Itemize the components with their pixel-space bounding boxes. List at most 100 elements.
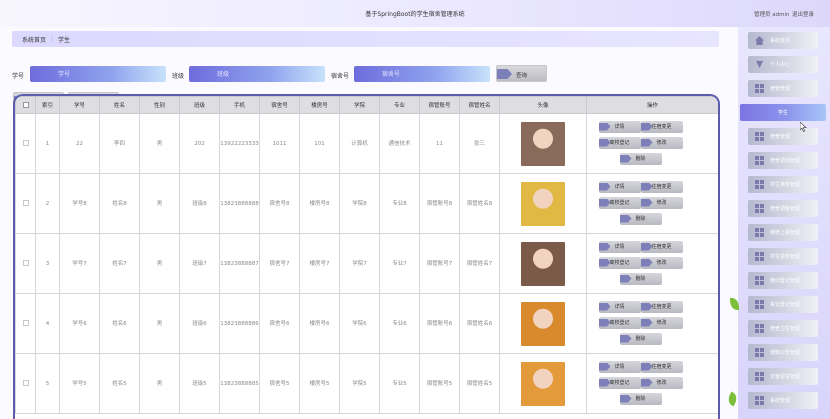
detail-button[interactable]: 详情 <box>598 120 641 133</box>
edit-button[interactable]: 修改 <box>640 256 683 269</box>
sidebar-item-15[interactable]: 访客留言管理 <box>748 368 818 385</box>
edit-button[interactable]: 修改 <box>640 196 683 209</box>
sidebar-item-3[interactable]: 宿管管理 <box>748 80 818 97</box>
dorm-change-button-label: 住宿变更 <box>651 243 672 250</box>
detail-button[interactable]: 详情 <box>598 240 641 253</box>
table-row: 1 22 李四男 202 13922223333 1011 101 计算机 通信技术 11 张三 详情… <box>15 113 718 174</box>
row-checkbox[interactable] <box>22 200 29 206</box>
edit-button[interactable]: 修改 <box>640 136 683 149</box>
sidebar-item-10[interactable]: 学生返校管理 <box>748 248 818 265</box>
detail-button[interactable]: 详情 <box>598 180 641 193</box>
dorm-change-button[interactable]: 住宿变更 <box>640 180 683 193</box>
cell-index: 3 <box>35 233 60 294</box>
edit-button[interactable]: 修改 <box>640 376 683 389</box>
sidebar-item-16[interactable]: 系统管理 <box>748 392 818 409</box>
edit-button-label: 修改 <box>656 259 667 266</box>
delete-button-label: 删除 <box>635 335 646 342</box>
sidebar-item-13[interactable]: 宿舍卫生管理 <box>748 320 818 337</box>
dorm-no-label: 宿舍号 <box>331 73 350 80</box>
dorm-change-button[interactable]: 住宿变更 <box>640 300 683 313</box>
delete-button[interactable]: 删除 <box>619 152 662 165</box>
delete-button[interactable]: 删除 <box>619 212 662 225</box>
grid-icon <box>755 396 764 405</box>
sidebar-item-student[interactable]: 学生 <box>740 104 826 121</box>
sidebar-item-8[interactable]: 宿舍调整管理 <box>748 200 818 217</box>
cell-manager-name: 宿管姓名5 <box>459 353 500 414</box>
detail-button[interactable]: 详情 <box>598 360 641 373</box>
delete-button[interactable]: 删除 <box>619 332 662 345</box>
avatar <box>521 241 565 286</box>
cell-manager-name: 宿管姓名7 <box>459 233 500 294</box>
breadcrumb-home[interactable]: 系统首页 <box>22 35 46 44</box>
cell-name: 姓名5 <box>99 353 140 414</box>
select-all-checkbox[interactable] <box>22 101 29 108</box>
row-checkbox-cell[interactable] <box>15 113 36 174</box>
cell-college: 学院8 <box>339 173 380 234</box>
sidebar-item-9[interactable]: 维修上报管理 <box>748 224 818 241</box>
cell-manager-account: 宿管账号6 <box>419 293 460 354</box>
row-checkbox-cell[interactable] <box>15 353 36 414</box>
column-header: 宿舍号 <box>259 96 300 114</box>
dorm-no-input[interactable] <box>354 66 490 82</box>
delete-button-label: 删除 <box>635 155 646 162</box>
row-checkbox[interactable] <box>22 260 29 266</box>
leave-register-button[interactable]: 离校登记 <box>598 316 641 329</box>
search-button[interactable]: 查询 <box>496 65 547 82</box>
detail-button[interactable]: 详情 <box>598 300 641 313</box>
cell-phone: 13823888886 <box>219 293 260 354</box>
cell-class: 班级6 <box>179 293 220 354</box>
cell-phone: 13823888888 <box>219 173 260 234</box>
sidebar-item-label: 晚归登记管理 <box>770 278 801 284</box>
cell-major: 专业7 <box>379 233 420 294</box>
delete-button[interactable]: 删除 <box>619 272 662 285</box>
sidebar-item-2[interactable]: 个人中心 <box>748 56 818 73</box>
detail-button-label: 详情 <box>614 243 625 250</box>
dorm-change-button[interactable]: 住宿变更 <box>640 360 683 373</box>
select-all-checkbox-cell[interactable] <box>15 96 36 114</box>
leave-register-button[interactable]: 离校登记 <box>598 256 641 269</box>
sidebar-item-7[interactable]: 学生离校管理 <box>748 176 818 193</box>
class-input[interactable] <box>189 66 325 82</box>
sidebar-item-label: 宿舍管理 <box>770 134 791 140</box>
breadcrumb-current: 学生 <box>58 37 71 44</box>
row-checkbox[interactable] <box>22 320 29 326</box>
delete-button[interactable]: 删除 <box>619 392 662 405</box>
sidebar-item-6[interactable]: 宿舍调动管理 <box>748 152 818 169</box>
logout-link[interactable]: 退出登录 <box>792 10 814 18</box>
row-checkbox-cell[interactable] <box>15 173 36 234</box>
cell-major: 专业6 <box>379 293 420 354</box>
leave-register-button-label: 离校登记 <box>609 199 630 206</box>
sidebar-item-label: 来访登记管理 <box>770 302 801 308</box>
row-actions: 详情 住宿变更离校登记 修改删除 <box>593 179 713 229</box>
leave-register-button[interactable]: 离校登记 <box>598 376 641 389</box>
column-header: 手机 <box>219 96 260 114</box>
cell-manager-name: 张三 <box>459 113 500 174</box>
table-row: 5 学号5 姓名5 男班级5 13823888885 宿舍号5 楼房号5 学院5 专业5 宿管账号… <box>15 353 718 414</box>
cell-major: 专业8 <box>379 173 420 234</box>
sidebar-item-label: 访客留言管理 <box>770 374 801 380</box>
sidebar-item-5[interactable]: 宿舍管理 <box>748 128 818 145</box>
cell-name: 李四 <box>99 113 140 174</box>
table-header-row: 索引 学号 姓名 性别 班级 手机 宿舍号 楼房号 学院 专业 宿管账号 宿管姓… <box>15 96 718 114</box>
sidebar-item-1[interactable]: 系统首页 <box>748 32 818 49</box>
grid-icon <box>755 300 764 309</box>
sidebar-item-14[interactable]: 通知公告管理 <box>748 344 818 361</box>
sidebar-item-11[interactable]: 晚归登记管理 <box>748 272 818 289</box>
row-checkbox-cell[interactable] <box>15 293 36 354</box>
cell-major: 通信技术 <box>379 113 420 174</box>
row-checkbox[interactable] <box>22 140 29 146</box>
row-checkbox-cell[interactable] <box>15 233 36 294</box>
row-actions: 详情 住宿变更离校登记 修改删除 <box>593 239 713 289</box>
grid-icon <box>755 132 764 141</box>
student-no-input[interactable] <box>30 66 166 82</box>
leave-register-button[interactable]: 离校登记 <box>598 136 641 149</box>
dorm-change-button[interactable]: 住宿变更 <box>640 120 683 133</box>
column-header: 专业 <box>379 96 420 114</box>
edit-button[interactable]: 修改 <box>640 316 683 329</box>
leave-register-button[interactable]: 离校登记 <box>598 196 641 209</box>
sidebar-item-12[interactable]: 来访登记管理 <box>748 296 818 313</box>
dorm-change-button[interactable]: 住宿变更 <box>640 240 683 253</box>
row-checkbox[interactable] <box>22 380 29 386</box>
cell-index: 4 <box>35 293 60 354</box>
cell-gender: 男 <box>139 113 180 174</box>
